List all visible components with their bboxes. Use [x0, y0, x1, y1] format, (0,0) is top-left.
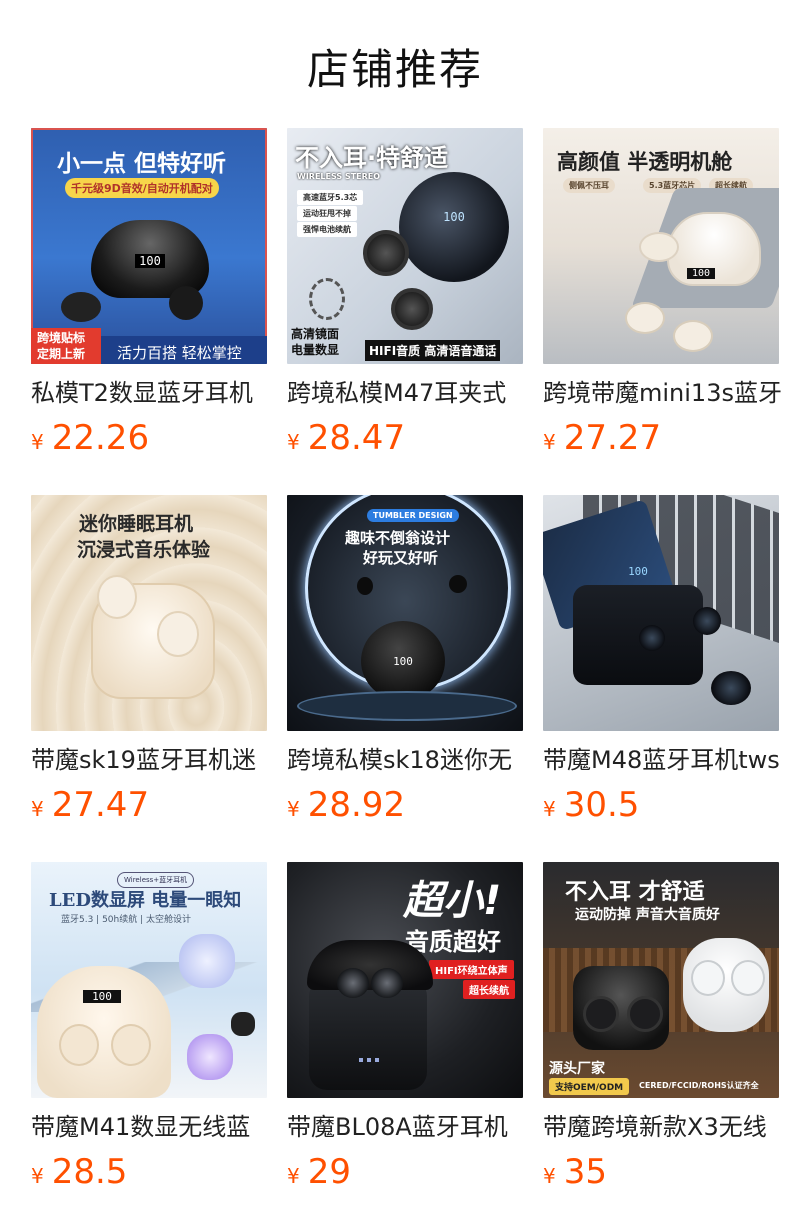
image-headline: 高颜值 半透明机舱 — [557, 150, 733, 174]
product-card[interactable]: 100 带魔M48蓝牙耳机tws ¥30.5 — [543, 495, 780, 827]
image-footer: 活力百搭 轻松掌控 — [117, 344, 242, 362]
image-headline: 迷你睡眠耳机 — [79, 513, 194, 535]
product-name[interactable]: 私模T2数显蓝牙耳机 — [31, 376, 281, 410]
image-headline: 不入耳 才舒适 — [565, 880, 705, 905]
product-image[interactable]: 100 — [543, 495, 779, 731]
page-title: 店铺推荐 — [306, 45, 483, 94]
display-readout: 100 — [135, 254, 165, 268]
price-value: 28.47 — [307, 418, 406, 458]
image-corner-tag: 支持OEM/ODM — [549, 1078, 630, 1095]
price-value: 29 — [307, 1152, 351, 1192]
product-image[interactable]: 不入耳·特舒适 WIRELESS STEREO 高速蓝牙5.3芯 运动狂甩不掉 … — [287, 128, 523, 364]
product-card[interactable]: 不入耳·特舒适 WIRELESS STEREO 高速蓝牙5.3芯 运动狂甩不掉 … — [287, 128, 523, 460]
product-name[interactable]: 跨境私模M47耳夹式 — [287, 376, 537, 410]
product-card[interactable]: 小一点 但特好听 千元级9D音效/自动开机配对 100 跨境贴标 定期上新 活力… — [31, 128, 267, 460]
image-corner-badge: 跨境贴标 定期上新 — [31, 328, 101, 364]
display-readout: 100 — [628, 565, 648, 578]
currency-symbol: ¥ — [287, 797, 300, 821]
image-headline: 趣味不倒翁设计 — [345, 529, 451, 547]
product-card[interactable]: Wireless+蓝牙耳机 LED数显屏 电量一眼知 蓝牙5.3 | 50h续航… — [31, 862, 267, 1194]
price-value: 27.47 — [51, 785, 150, 825]
product-image[interactable]: 超小! 音质超好 HIFI环绕立体声 超长续航 — [287, 862, 523, 1098]
image-headline: 超小! — [403, 878, 502, 924]
image-footer: CERED/FCCID/ROHS认证齐全 — [639, 1081, 759, 1090]
product-price: ¥28.5 — [31, 1150, 267, 1194]
product-price: ¥29 — [287, 1150, 523, 1194]
display-readout: 100 — [687, 268, 715, 279]
feature-item: 强悍电池续航 — [297, 222, 357, 237]
currency-symbol: ¥ — [31, 1164, 44, 1188]
image-subtitle: WIRELESS STEREO — [297, 172, 381, 181]
feature-item: 侧佩不压耳 — [563, 178, 615, 193]
feature-item: 高速蓝牙5.3芯 — [297, 190, 364, 205]
product-card[interactable]: TUMBLER DESIGN 趣味不倒翁设计 好玩又好听 100 跨境私模sk1… — [287, 495, 523, 827]
image-corner-badge: 高清镜面 电量数显 — [291, 327, 340, 357]
image-corner-badge: 源头厂家 — [549, 1061, 605, 1077]
display-readout: 100 — [443, 210, 465, 224]
image-subtitle: 蓝牙5.3 | 50h续航 | 太空舱设计 — [61, 915, 191, 925]
feature-item: 超长续航 — [463, 980, 515, 999]
image-footer: HIFI音质 高清语音通话 — [365, 340, 501, 361]
product-price: ¥30.5 — [543, 783, 779, 827]
product-image[interactable]: TUMBLER DESIGN 趣味不倒翁设计 好玩又好听 100 — [287, 495, 523, 731]
price-value: 27.27 — [563, 418, 662, 458]
image-subtitle: 好玩又好听 — [363, 549, 439, 567]
product-name[interactable]: 带魔M41数显无线蓝 — [31, 1110, 281, 1144]
feature-item: 运动狂甩不掉 — [297, 206, 357, 221]
product-price: ¥28.92 — [287, 783, 523, 827]
currency-symbol: ¥ — [287, 430, 300, 454]
product-name[interactable]: 跨境私模sk18迷你无 — [287, 743, 537, 777]
product-name[interactable]: 带魔sk19蓝牙耳机迷 — [31, 743, 281, 777]
product-price: ¥27.47 — [31, 783, 267, 827]
product-name[interactable]: 带魔M48蓝牙耳机tws — [543, 743, 790, 777]
product-price: ¥35 — [543, 1150, 779, 1194]
image-headline: LED数显屏 电量一眼知 — [49, 890, 242, 911]
product-card[interactable]: 迷你睡眠耳机 沉浸式音乐体验 带魔sk19蓝牙耳机迷 ¥27.47 — [31, 495, 267, 827]
currency-symbol: ¥ — [287, 1164, 300, 1188]
product-image[interactable]: Wireless+蓝牙耳机 LED数显屏 电量一眼知 蓝牙5.3 | 50h续航… — [31, 862, 267, 1098]
product-card[interactable]: 高颜值 半透明机舱 侧佩不压耳 5.3蓝牙芯片 超长续航 100 跨境带魔min… — [543, 128, 782, 460]
product-image[interactable]: 不入耳 才舒适 运动防掉 声音大音质好 源头厂家 支持OEM/ODM CERED… — [543, 862, 779, 1098]
currency-symbol: ¥ — [31, 797, 44, 821]
product-name[interactable]: 带魔跨境新款X3无线 — [543, 1110, 790, 1144]
display-readout: 100 — [393, 655, 413, 668]
image-subtitle: 运动防掉 声音大音质好 — [575, 907, 720, 923]
price-value: 35 — [563, 1152, 607, 1192]
product-price: ¥27.27 — [543, 416, 779, 460]
product-image[interactable]: 迷你睡眠耳机 沉浸式音乐体验 — [31, 495, 267, 731]
product-name[interactable]: 跨境带魔mini13s蓝牙 — [543, 376, 790, 410]
product-price: ¥28.47 — [287, 416, 523, 460]
price-value: 22.26 — [51, 418, 150, 458]
product-image[interactable]: 小一点 但特好听 千元级9D音效/自动开机配对 100 跨境贴标 定期上新 活力… — [31, 128, 267, 364]
product-image[interactable]: 高颜值 半透明机舱 侧佩不压耳 5.3蓝牙芯片 超长续航 100 — [543, 128, 779, 364]
product-card[interactable]: 超小! 音质超好 HIFI环绕立体声 超长续航 带魔BL08A蓝牙耳机 ¥29 — [287, 862, 523, 1194]
image-headline: 不入耳·特舒适 — [295, 144, 449, 172]
image-headline: 小一点 但特好听 — [57, 151, 227, 177]
currency-symbol: ¥ — [31, 430, 44, 454]
display-readout: 100 — [83, 990, 121, 1003]
currency-symbol: ¥ — [543, 797, 556, 821]
image-tag: 千元级9D音效/自动开机配对 — [65, 178, 219, 198]
price-value: 28.92 — [307, 785, 406, 825]
product-price: ¥22.26 — [31, 416, 267, 460]
product-card[interactable]: 不入耳 才舒适 运动防掉 声音大音质好 源头厂家 支持OEM/ODM CERED… — [543, 862, 779, 1194]
currency-symbol: ¥ — [543, 1164, 556, 1188]
feature-item: HIFI环绕立体声 — [429, 960, 514, 979]
price-value: 30.5 — [563, 785, 640, 825]
currency-symbol: ¥ — [543, 430, 556, 454]
price-value: 28.5 — [51, 1152, 128, 1192]
product-name[interactable]: 带魔BL08A蓝牙耳机 — [287, 1110, 537, 1144]
image-tag: TUMBLER DESIGN — [367, 509, 459, 522]
image-subtitle: 沉浸式音乐体验 — [77, 539, 211, 561]
